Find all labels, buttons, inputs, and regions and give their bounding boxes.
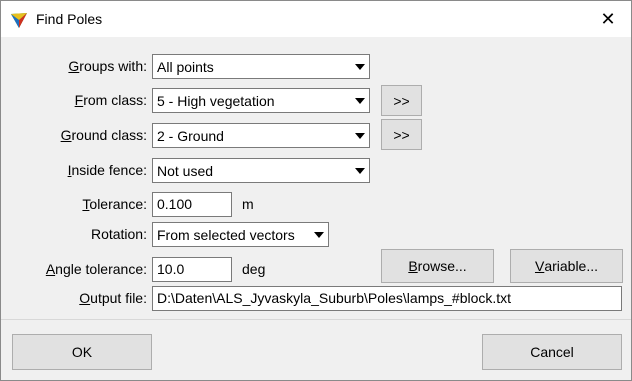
close-icon: ✕ — [600, 8, 616, 30]
find-poles-dialog: Find Poles ✕ Groups with: All points Fro… — [0, 0, 632, 381]
footer-divider — [1, 319, 631, 320]
rotation-select[interactable]: From selected vectors — [152, 222, 329, 247]
rotation-label: Rotation: — [90, 226, 147, 242]
from-class-value: 5 - High vegetation — [157, 92, 275, 109]
from-class-select[interactable]: 5 - High vegetation — [152, 88, 370, 113]
chevron-down-icon[interactable] — [351, 89, 369, 112]
angle-tolerance-input[interactable]: 10.0 — [152, 257, 232, 282]
groups-with-select[interactable]: All points — [152, 54, 370, 79]
groups-with-value: All points — [157, 58, 214, 75]
close-button[interactable]: ✕ — [585, 1, 631, 37]
inside-fence-select[interactable]: Not used — [152, 158, 370, 183]
chevron-down-icon[interactable] — [351, 124, 369, 147]
from-class-label: From class: — [74, 92, 147, 108]
angle-tolerance-unit: deg — [242, 261, 266, 277]
chevron-down-icon[interactable] — [310, 223, 328, 246]
ok-button[interactable]: OK — [12, 334, 152, 370]
ground-class-pick-button[interactable]: >> — [381, 119, 422, 150]
angle-tolerance-label: Angle tolerance: — [45, 261, 147, 277]
from-class-pick-button[interactable]: >> — [381, 85, 422, 116]
inside-fence-label: Inside fence: — [67, 162, 147, 178]
terrasolid-logo-icon — [11, 13, 27, 28]
cancel-button[interactable]: Cancel — [482, 334, 622, 370]
chevron-down-icon[interactable] — [351, 55, 369, 78]
output-file-label: Output file: — [79, 290, 147, 306]
tolerance-input[interactable]: 0.100 — [152, 192, 232, 217]
ground-class-value: 2 - Ground — [157, 127, 224, 144]
title-bar[interactable]: Find Poles ✕ — [1, 1, 631, 37]
output-file-input[interactable]: D:\Daten\ALS_Jyvaskyla_Suburb\Poles\lamp… — [152, 286, 622, 311]
inside-fence-value: Not used — [157, 162, 214, 179]
tolerance-label: Tolerance: — [82, 196, 147, 212]
window-title: Find Poles — [36, 11, 103, 27]
chevron-down-icon[interactable] — [351, 159, 369, 182]
groups-with-label: Groups with: — [68, 58, 147, 74]
variable-button[interactable]: Variable... — [510, 249, 623, 283]
tolerance-unit: m — [242, 196, 254, 212]
ground-class-select[interactable]: 2 - Ground — [152, 123, 370, 148]
rotation-value: From selected vectors — [157, 226, 295, 243]
ground-class-label: Ground class: — [60, 127, 147, 143]
browse-button[interactable]: Browse... — [381, 249, 494, 283]
